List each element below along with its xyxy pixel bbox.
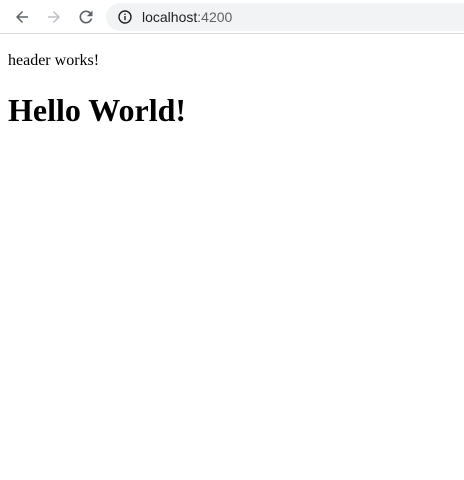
arrow-left-icon [16, 11, 28, 23]
address-bar[interactable]: localhost:4200 [106, 3, 464, 31]
browser-toolbar: localhost:4200 [0, 0, 464, 34]
reload-icon [79, 10, 93, 24]
url-port: :4200 [197, 9, 233, 25]
url-text[interactable]: localhost:4200 [142, 8, 232, 26]
info-icon[interactable] [118, 10, 132, 24]
header-text: header works! [8, 52, 100, 69]
page-content: header works! Hello World! [0, 35, 464, 480]
page-heading: Hello World! [8, 92, 187, 128]
url-host: localhost [142, 9, 198, 25]
arrow-right-icon [48, 11, 60, 23]
forward-button[interactable] [42, 5, 66, 29]
back-button[interactable] [10, 5, 34, 29]
reload-button[interactable] [74, 5, 98, 29]
